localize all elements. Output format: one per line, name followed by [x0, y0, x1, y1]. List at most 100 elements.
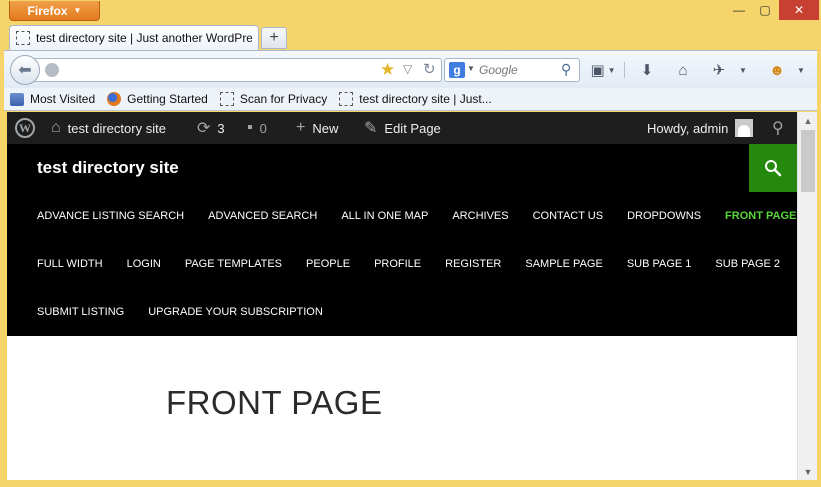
persona-button[interactable]: ☻	[764, 58, 790, 82]
menu-item-front-page[interactable]: Front Page	[725, 210, 796, 222]
search-bar[interactable]: g ▼ ⚲	[444, 58, 580, 82]
bookmarks-icon: ▣	[590, 62, 605, 79]
admin-site-name[interactable]: ⌂ test directory site	[51, 112, 166, 144]
search-icon	[765, 160, 782, 177]
addon-icon: ✈	[712, 62, 726, 79]
wp-logo-button[interactable]: W	[15, 112, 35, 144]
menu-item-page-templates[interactable]: Page Templates	[185, 258, 282, 270]
chevron-down-icon: ▼	[739, 65, 747, 75]
menu-row-1: Advance Listing Search Advanced Search A…	[37, 192, 796, 240]
tab-test-directory-site[interactable]: test directory site | Just another WordP…	[9, 25, 259, 50]
admin-search[interactable]: ⚲	[772, 112, 784, 144]
bookmark-label: Scan for Privacy	[239, 92, 328, 106]
download-icon: ⬇	[640, 62, 654, 79]
menu-item-people[interactable]: People	[306, 258, 350, 270]
admin-new[interactable]: + New	[296, 112, 338, 144]
globe-icon	[45, 63, 59, 77]
download-button[interactable]: ⬇	[634, 58, 660, 82]
chevron-down-icon: ▼	[467, 64, 475, 73]
firefox-menu-button[interactable]: Firefox ▼	[9, 1, 100, 21]
menu-row-2: Full Width Login Page Templates People P…	[37, 240, 780, 288]
minimize-button[interactable]: —	[726, 0, 752, 20]
menu-item-advanced-search[interactable]: Advanced Search	[208, 210, 317, 222]
tab-strip: test directory site | Just another WordP…	[0, 22, 821, 50]
chevron-down-icon: ▼	[73, 6, 82, 15]
menu-item-submit-listing[interactable]: Submit Listing	[37, 306, 124, 318]
menu-dropdown[interactable]: ▼	[794, 58, 808, 82]
home-icon: ⌂	[678, 61, 688, 79]
admin-comments[interactable]: ▪ 0	[247, 112, 267, 144]
addon-button[interactable]: ✈	[706, 58, 732, 82]
updates-icon: ⟳	[197, 120, 211, 137]
bookmark-test-directory-site[interactable]: test directory site | Just...	[333, 92, 498, 106]
bookmarks-menu-button[interactable]: ▣ ▼	[588, 58, 618, 82]
wordpress-icon: W	[15, 118, 35, 138]
bookmark-getting-started[interactable]: Getting Started	[101, 92, 214, 106]
url-bar[interactable]: ★ ▽ ↻	[34, 58, 442, 82]
home-button[interactable]: ⌂	[670, 58, 696, 82]
new-tab-button[interactable]: +	[261, 27, 287, 49]
site-title[interactable]: test directory site	[37, 158, 179, 178]
back-button[interactable]: ⬅	[10, 55, 40, 85]
google-icon[interactable]: g	[449, 62, 465, 78]
menu-item-dropdowns[interactable]: Dropdowns	[627, 210, 701, 222]
url-input[interactable]	[63, 61, 373, 79]
bookmark-scan-for-privacy[interactable]: Scan for Privacy	[214, 92, 333, 106]
pencil-icon: ✎	[364, 120, 378, 137]
menu-item-archives[interactable]: Archives	[452, 210, 508, 222]
home-icon: ⌂	[51, 119, 61, 136]
dropdown-icon[interactable]: ▽	[403, 62, 412, 76]
admin-updates[interactable]: ⟳ 3	[197, 112, 225, 144]
menu-item-all-in-one-map[interactable]: All In One Map	[341, 210, 428, 222]
search-input[interactable]	[479, 61, 557, 79]
dashed-page-icon	[339, 92, 354, 106]
menu-row-3: Submit Listing Upgrade Your Subscription	[37, 288, 323, 336]
admin-site-name-label: test directory site	[67, 120, 166, 136]
admin-edit-page[interactable]: ✎ Edit Page	[364, 112, 441, 144]
updates-count: 3	[217, 120, 225, 136]
dashed-page-icon	[219, 92, 234, 106]
menu-item-contact-us[interactable]: Contact Us	[533, 210, 604, 222]
menu-item-sub-page-1[interactable]: Sub Page 1	[627, 258, 692, 270]
title-bar: Firefox ▼ — ▢ ✕	[0, 0, 821, 22]
vertical-scrollbar[interactable]: ▲ ▼	[797, 112, 817, 480]
star-icon[interactable]: ★	[380, 60, 395, 80]
howdy-label: Howdy, admin	[647, 120, 729, 136]
smiley-icon: ☻	[769, 61, 785, 79]
addon-dropdown[interactable]: ▼	[736, 58, 750, 82]
bookmarks-toolbar: Most Visited Getting Started Scan for Pr…	[4, 88, 817, 111]
firefox-menu-label: Firefox	[27, 3, 68, 18]
reload-icon[interactable]: ↻	[423, 60, 436, 78]
scroll-up-arrow-icon[interactable]: ▲	[798, 112, 818, 129]
navigation-toolbar: ★ ▽ ↻ ⬅ g ▼ ⚲ ▣▼ ⬇ ⌂ ✈ ▼ ☻ ▼	[4, 50, 817, 88]
page-icon	[16, 31, 30, 45]
scroll-down-arrow-icon[interactable]: ▼	[798, 463, 818, 480]
site-header: test directory site Advance Listing Sear…	[7, 144, 797, 336]
page-viewport: W ⌂ test directory site ⟳ 3 ▪ 0 + New ✎ …	[7, 112, 797, 480]
menu-item-full-width[interactable]: Full Width	[37, 258, 103, 270]
menu-item-register[interactable]: Register	[445, 258, 501, 270]
admin-account[interactable]: Howdy, admin	[647, 112, 754, 144]
menu-item-login[interactable]: Login	[127, 258, 161, 270]
close-window-button[interactable]: ✕	[779, 0, 819, 20]
menu-item-sub-page-2[interactable]: Sub Page 2	[715, 258, 780, 270]
page-title: FRONT PAGE	[166, 384, 383, 421]
bookmark-label: Getting Started	[127, 92, 208, 106]
menu-item-advance-listing-search[interactable]: Advance Listing Search	[37, 210, 184, 222]
bookmark-label: test directory site | Just...	[359, 92, 492, 106]
scroll-thumb[interactable]	[801, 130, 815, 192]
admin-edit-label: Edit Page	[384, 120, 441, 136]
wp-admin-bar: W ⌂ test directory site ⟳ 3 ▪ 0 + New ✎ …	[7, 112, 797, 144]
chevron-down-icon: ▼	[607, 65, 616, 75]
search-toggle-button[interactable]	[749, 144, 797, 192]
search-icon[interactable]: ⚲	[561, 61, 571, 78]
maximize-button[interactable]: ▢	[752, 0, 778, 20]
back-arrow-icon: ⬅	[18, 62, 32, 79]
bookmark-most-visited[interactable]: Most Visited	[4, 92, 101, 106]
most-visited-icon	[10, 92, 24, 106]
tab-title: test directory site | Just another WordP…	[36, 31, 252, 45]
menu-item-sample-page[interactable]: Sample Page	[525, 258, 602, 270]
menu-item-profile[interactable]: Profile	[374, 258, 421, 270]
menu-item-upgrade-subscription[interactable]: Upgrade Your Subscription	[148, 306, 323, 318]
firefox-icon	[107, 92, 122, 106]
